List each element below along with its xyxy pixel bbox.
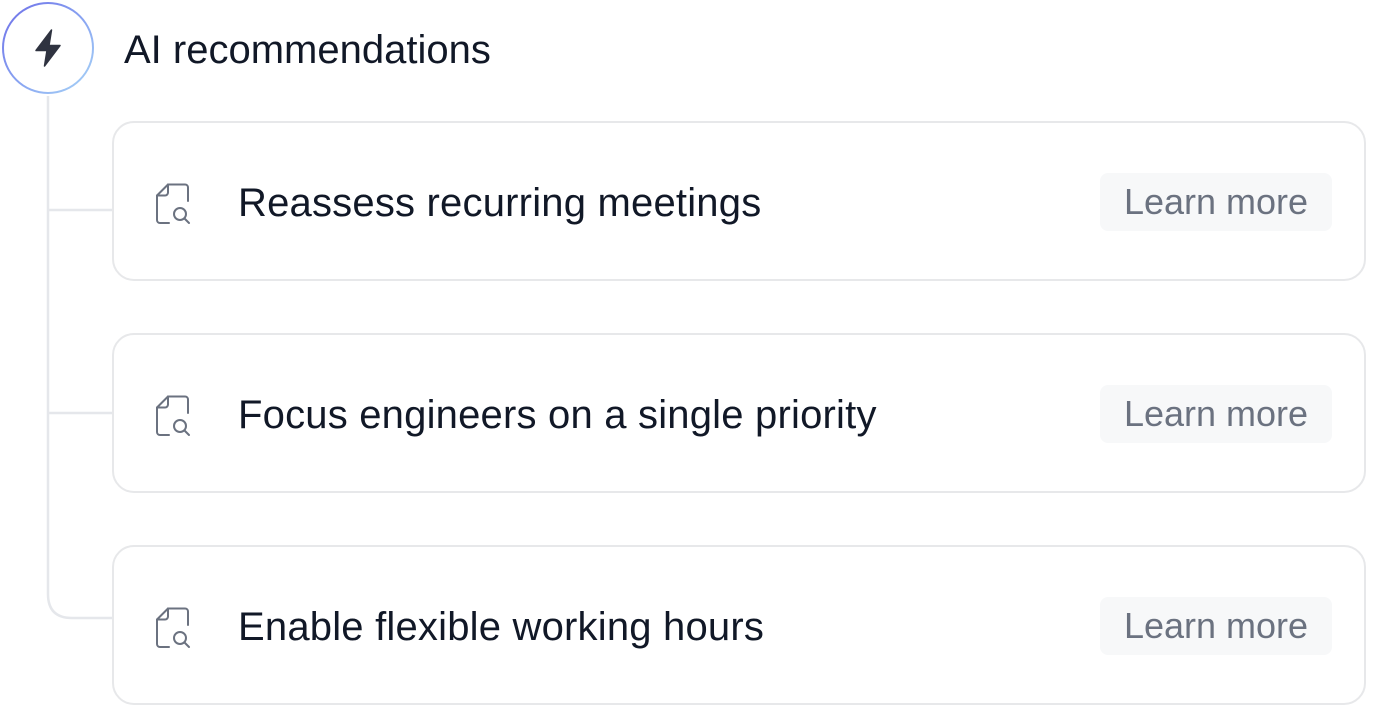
document-search-icon <box>156 183 190 224</box>
learn-more-button[interactable]: Learn more <box>1100 385 1332 443</box>
learn-more-button[interactable]: Learn more <box>1100 597 1332 655</box>
recommendation-card: Focus engineers on a single priority Lea… <box>112 333 1366 493</box>
recommendation-label: Reassess recurring meetings <box>238 181 762 225</box>
recommendation-card: Reassess recurring meetings Learn more <box>112 121 1366 281</box>
learn-more-button[interactable]: Learn more <box>1100 173 1332 231</box>
timeline-connector <box>46 96 112 620</box>
header-lightning-icon <box>2 2 94 94</box>
document-search-icon <box>156 607 190 648</box>
lightning-bolt-icon <box>35 29 61 67</box>
section-title: AI recommendations <box>124 28 491 72</box>
document-search-icon <box>156 395 190 436</box>
recommendation-label: Focus engineers on a single priority <box>238 393 877 437</box>
recommendation-label: Enable flexible working hours <box>238 605 765 649</box>
recommendation-card: Enable flexible working hours Learn more <box>112 545 1366 705</box>
